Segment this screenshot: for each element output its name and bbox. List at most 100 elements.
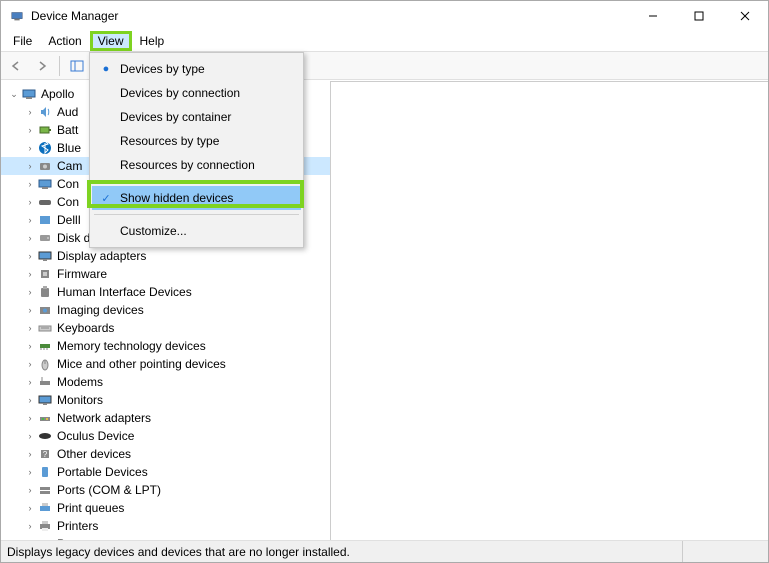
expander-icon[interactable]: › (23, 213, 37, 227)
hid-icon (37, 284, 53, 300)
details-panel (331, 81, 768, 540)
minimize-button[interactable] (630, 1, 676, 31)
app-icon (9, 8, 25, 24)
window-controls (630, 1, 768, 31)
radio-dot-icon: ● (98, 61, 114, 77)
expander-icon[interactable]: › (23, 141, 37, 155)
view-dropdown: ● Devices by type Devices by connection … (89, 52, 304, 248)
forward-button[interactable] (31, 55, 53, 77)
expander-icon[interactable]: › (23, 285, 37, 299)
back-button[interactable] (5, 55, 27, 77)
tree-node-label: Aud (57, 105, 78, 119)
tree-node-label: Print queues (57, 501, 124, 515)
menu-show-hidden-devices[interactable]: ✓ Show hidden devices (92, 186, 301, 210)
tree-node[interactable]: › Portable Devices (1, 463, 330, 481)
mouse-icon (37, 356, 53, 372)
check-icon: ✓ (98, 190, 114, 206)
tree-node-label: Oculus Device (57, 429, 134, 443)
tree-node[interactable]: › Mice and other pointing devices (1, 355, 330, 373)
expander-icon[interactable]: › (23, 447, 37, 461)
audio-icon (37, 104, 53, 120)
tree-node-label: Blue (57, 141, 81, 155)
ports-icon (37, 482, 53, 498)
menu-item-label: Devices by container (120, 110, 231, 124)
statusbar-segment (682, 541, 762, 562)
menu-action[interactable]: Action (40, 32, 89, 50)
tree-node[interactable]: › Oculus Device (1, 427, 330, 445)
titlebar: Device Manager (1, 1, 768, 31)
maximize-button[interactable] (676, 1, 722, 31)
menu-devices-by-container[interactable]: Devices by container (92, 105, 301, 129)
tree-node-label: Imaging devices (57, 303, 144, 317)
tree-node[interactable]: ›Memory technology devices (1, 337, 330, 355)
tree-node-label: Human Interface Devices (57, 285, 192, 299)
expander-icon[interactable]: › (23, 519, 37, 533)
expander-icon[interactable]: › (23, 321, 37, 335)
bluetooth-icon (37, 140, 53, 156)
tree-node-label: Keyboards (57, 321, 114, 335)
menu-view[interactable]: View (90, 31, 132, 51)
expander-icon[interactable]: › (23, 159, 37, 173)
menu-customize[interactable]: Customize... (92, 219, 301, 243)
imaging-icon (37, 302, 53, 318)
expander-icon[interactable]: › (23, 339, 37, 353)
tree-node-label: Other devices (57, 447, 131, 461)
tree-node[interactable]: › Modems (1, 373, 330, 391)
tree-node-label: Portable Devices (57, 465, 148, 479)
menu-file[interactable]: File (5, 32, 40, 50)
display-icon (37, 248, 53, 264)
expander-icon[interactable]: › (23, 195, 37, 209)
expander-icon[interactable]: › (23, 303, 37, 317)
tree-node[interactable]: › Monitors (1, 391, 330, 409)
expander-icon[interactable]: › (23, 177, 37, 191)
menu-help[interactable]: Help (132, 32, 173, 50)
tree-node[interactable]: ›Ports (COM & LPT) (1, 481, 330, 499)
tree-node-label: Cam (57, 159, 82, 173)
expander-icon[interactable]: › (23, 249, 37, 263)
tree-node[interactable]: › Keyboards (1, 319, 330, 337)
expander-icon[interactable]: › (23, 501, 37, 515)
tree-node-label: Monitors (57, 393, 103, 407)
tree-node-label: DellI (57, 213, 81, 227)
menu-devices-by-type[interactable]: ● Devices by type (92, 57, 301, 81)
menu-resources-by-type[interactable]: Resources by type (92, 129, 301, 153)
expander-icon[interactable]: ⌄ (7, 87, 21, 101)
expander-icon[interactable]: › (23, 465, 37, 479)
monitor-icon (37, 392, 53, 408)
expander-icon[interactable]: › (23, 483, 37, 497)
expander-icon[interactable]: › (23, 231, 37, 245)
expander-icon[interactable]: › (23, 267, 37, 281)
tree-node-label: Modems (57, 375, 103, 389)
computer-icon (21, 86, 37, 102)
status-text: Displays legacy devices and devices that… (7, 545, 350, 559)
expander-icon[interactable]: › (23, 105, 37, 119)
expander-icon[interactable]: › (23, 429, 37, 443)
expander-icon[interactable]: › (23, 393, 37, 407)
show-hide-tree-button[interactable] (66, 55, 88, 77)
keyboard-icon (37, 320, 53, 336)
toolbar-separator (59, 56, 60, 76)
expander-icon[interactable]: › (23, 123, 37, 137)
tree-node[interactable]: ›Printers (1, 517, 330, 535)
expander-icon[interactable]: › (23, 375, 37, 389)
menu-resources-by-connection[interactable]: Resources by connection (92, 153, 301, 177)
oculus-icon (37, 428, 53, 444)
svg-text:?: ? (43, 450, 48, 459)
expander-icon[interactable]: › (23, 411, 37, 425)
tree-node[interactable]: ›Network adapters (1, 409, 330, 427)
tree-node-label: Batt (57, 123, 78, 137)
tree-node[interactable]: ›Display adapters (1, 247, 330, 265)
menu-devices-by-connection[interactable]: Devices by connection (92, 81, 301, 105)
close-button[interactable] (722, 1, 768, 31)
expander-icon[interactable]: › (23, 357, 37, 371)
tree-node[interactable]: ›Firmware (1, 265, 330, 283)
tree-node[interactable]: › Print queues (1, 499, 330, 517)
tree-node[interactable]: › Imaging devices (1, 301, 330, 319)
battery-icon (37, 122, 53, 138)
tree-node-label: Mice and other pointing devices (57, 357, 226, 371)
menubar: File Action View Help (1, 31, 768, 52)
computer-icon (37, 176, 53, 192)
tree-node-label: Apollo (41, 87, 74, 101)
tree-node[interactable]: ›? Other devices (1, 445, 330, 463)
tree-node[interactable]: › Human Interface Devices (1, 283, 330, 301)
